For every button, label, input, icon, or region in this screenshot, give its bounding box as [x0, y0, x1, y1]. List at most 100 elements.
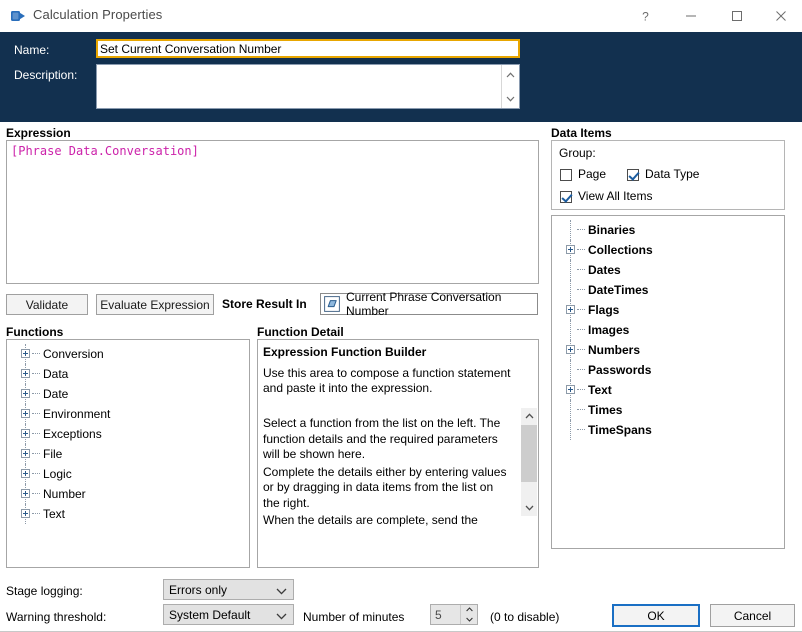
data-item-dates[interactable]: Dates [552, 260, 784, 280]
expand-plus-icon[interactable] [566, 245, 575, 254]
data-items-group-label: Data Items [551, 126, 612, 140]
expression-group-label: Expression [6, 126, 71, 140]
number-of-minutes-stepper[interactable]: 5 [430, 604, 478, 625]
function-item-date[interactable]: Date [7, 384, 249, 404]
calculation-stage-icon [10, 8, 26, 24]
function-item-file[interactable]: File [7, 444, 249, 464]
description-scrollbar[interactable] [501, 65, 519, 108]
help-button[interactable]: ? [622, 0, 668, 32]
checkbox-label: Page [578, 167, 607, 181]
data-item-timespans[interactable]: TimeSpans [552, 420, 784, 440]
tree-item-label: Conversion [43, 347, 104, 361]
tree-item-label: DateTimes [588, 283, 649, 297]
function-item-exceptions[interactable]: Exceptions [7, 424, 249, 444]
function-detail-body: Select a function from the list on the l… [263, 416, 509, 531]
scroll-down-icon[interactable] [521, 500, 537, 516]
close-button[interactable] [760, 0, 802, 32]
calculation-properties-dialog: Calculation Properties ? Name: Descripti… [0, 0, 802, 632]
checkbox-box[interactable] [627, 169, 639, 181]
tree-item-label: TimeSpans [588, 423, 652, 437]
stage-logging-select[interactable]: Errors only [163, 579, 294, 600]
function-item-text[interactable]: Text [7, 504, 249, 524]
stepper-up-icon[interactable] [461, 605, 477, 615]
stepper-buttons[interactable] [460, 605, 477, 624]
validate-button[interactable]: Validate [6, 294, 88, 315]
tree-item-label: Exceptions [43, 427, 102, 441]
ok-button[interactable]: OK [612, 604, 700, 627]
tree-item-label: Collections [588, 243, 653, 257]
store-result-in-value: Current Phrase Conversation Number [346, 290, 502, 318]
scroll-up-icon[interactable] [502, 66, 519, 83]
minimize-button[interactable] [668, 0, 714, 32]
data-item-passwords[interactable]: Passwords [552, 360, 784, 380]
data-item-binaries[interactable]: Binaries [552, 220, 784, 240]
function-item-logic[interactable]: Logic [7, 464, 249, 484]
tree-item-label: Date [43, 387, 69, 401]
tree-connector-dots [577, 369, 585, 371]
function-detail-scrollbar[interactable] [521, 408, 537, 516]
tree-item-label: Environment [43, 407, 111, 421]
data-items-group-options: Group: Page Data Type View All Items [551, 140, 785, 210]
scrollbar-thumb[interactable] [521, 425, 537, 482]
group-by-label: Group: [559, 146, 596, 160]
expand-plus-icon[interactable] [566, 345, 575, 354]
tree-connector [570, 360, 572, 380]
data-item-images[interactable]: Images [552, 320, 784, 340]
checkbox-box[interactable] [560, 191, 572, 203]
function-item-environment[interactable]: Environment [7, 404, 249, 424]
function-item-data[interactable]: Data [7, 364, 249, 384]
data-item-times[interactable]: Times [552, 400, 784, 420]
name-input[interactable] [96, 39, 520, 58]
expand-plus-icon[interactable] [21, 449, 30, 458]
expand-plus-icon[interactable] [21, 429, 30, 438]
scroll-up-icon[interactable] [521, 408, 537, 424]
warning-threshold-label: Warning threshold: [6, 610, 107, 624]
number-of-minutes-value: 5 [435, 607, 442, 622]
data-item-datetimes[interactable]: DateTimes [552, 280, 784, 300]
tree-connector-dots [577, 309, 585, 311]
tree-connector [570, 400, 572, 420]
functions-tree[interactable]: Conversion Data Date Environment Exceptions F… [6, 339, 250, 568]
expand-plus-icon[interactable] [21, 509, 30, 518]
expression-editor[interactable]: [Phrase Data.Conversation] [6, 140, 539, 284]
data-item-numbers[interactable]: Numbers [552, 340, 784, 360]
data-item-collections[interactable]: Collections [552, 240, 784, 260]
data-item-text[interactable]: Text [552, 380, 784, 400]
data-item-flags[interactable]: Flags [552, 300, 784, 320]
tree-item-label: Flags [588, 303, 620, 317]
evaluate-expression-button[interactable]: Evaluate Expression [96, 294, 214, 315]
tree-connector-dots [577, 349, 585, 351]
expand-plus-icon[interactable] [21, 369, 30, 378]
tree-item-label: Text [43, 507, 66, 521]
checkbox-box[interactable] [560, 169, 572, 181]
tree-connector-dots [577, 229, 585, 231]
expand-plus-icon[interactable] [21, 349, 30, 358]
tree-connector [570, 320, 572, 340]
expand-plus-icon[interactable] [21, 409, 30, 418]
store-result-in-field[interactable]: Current Phrase Conversation Number [320, 290, 538, 318]
function-item-conversion[interactable]: Conversion [7, 344, 249, 364]
warning-threshold-select[interactable]: System Default [163, 604, 294, 625]
stage-logging-label: Stage logging: [6, 584, 83, 598]
number-of-minutes-label: Number of minutes [303, 610, 405, 624]
cancel-button[interactable]: Cancel [710, 604, 795, 627]
function-detail-panel: Expression Function Builder Use this are… [257, 339, 539, 568]
stepper-down-icon[interactable] [461, 615, 477, 625]
stage-logging-value: Errors only [169, 582, 228, 597]
scroll-down-icon[interactable] [502, 90, 519, 107]
number-data-item-icon [324, 296, 340, 312]
expand-plus-icon[interactable] [21, 489, 30, 498]
tree-connector-dots [32, 493, 40, 495]
maximize-button[interactable] [714, 0, 760, 32]
data-items-tree[interactable]: Binaries Collections Dates DateTimes Flags Im… [551, 215, 785, 549]
expand-plus-icon[interactable] [21, 469, 30, 478]
expand-plus-icon[interactable] [566, 385, 575, 394]
function-item-number[interactable]: Number [7, 484, 249, 504]
description-field[interactable] [96, 64, 520, 109]
tree-item-label: Logic [43, 467, 72, 481]
function-detail-title: Expression Function Builder [263, 345, 427, 359]
checkbox-label: View All Items [578, 189, 653, 203]
expand-plus-icon[interactable] [566, 305, 575, 314]
expand-plus-icon[interactable] [21, 389, 30, 398]
tree-item-label: File [43, 447, 63, 461]
